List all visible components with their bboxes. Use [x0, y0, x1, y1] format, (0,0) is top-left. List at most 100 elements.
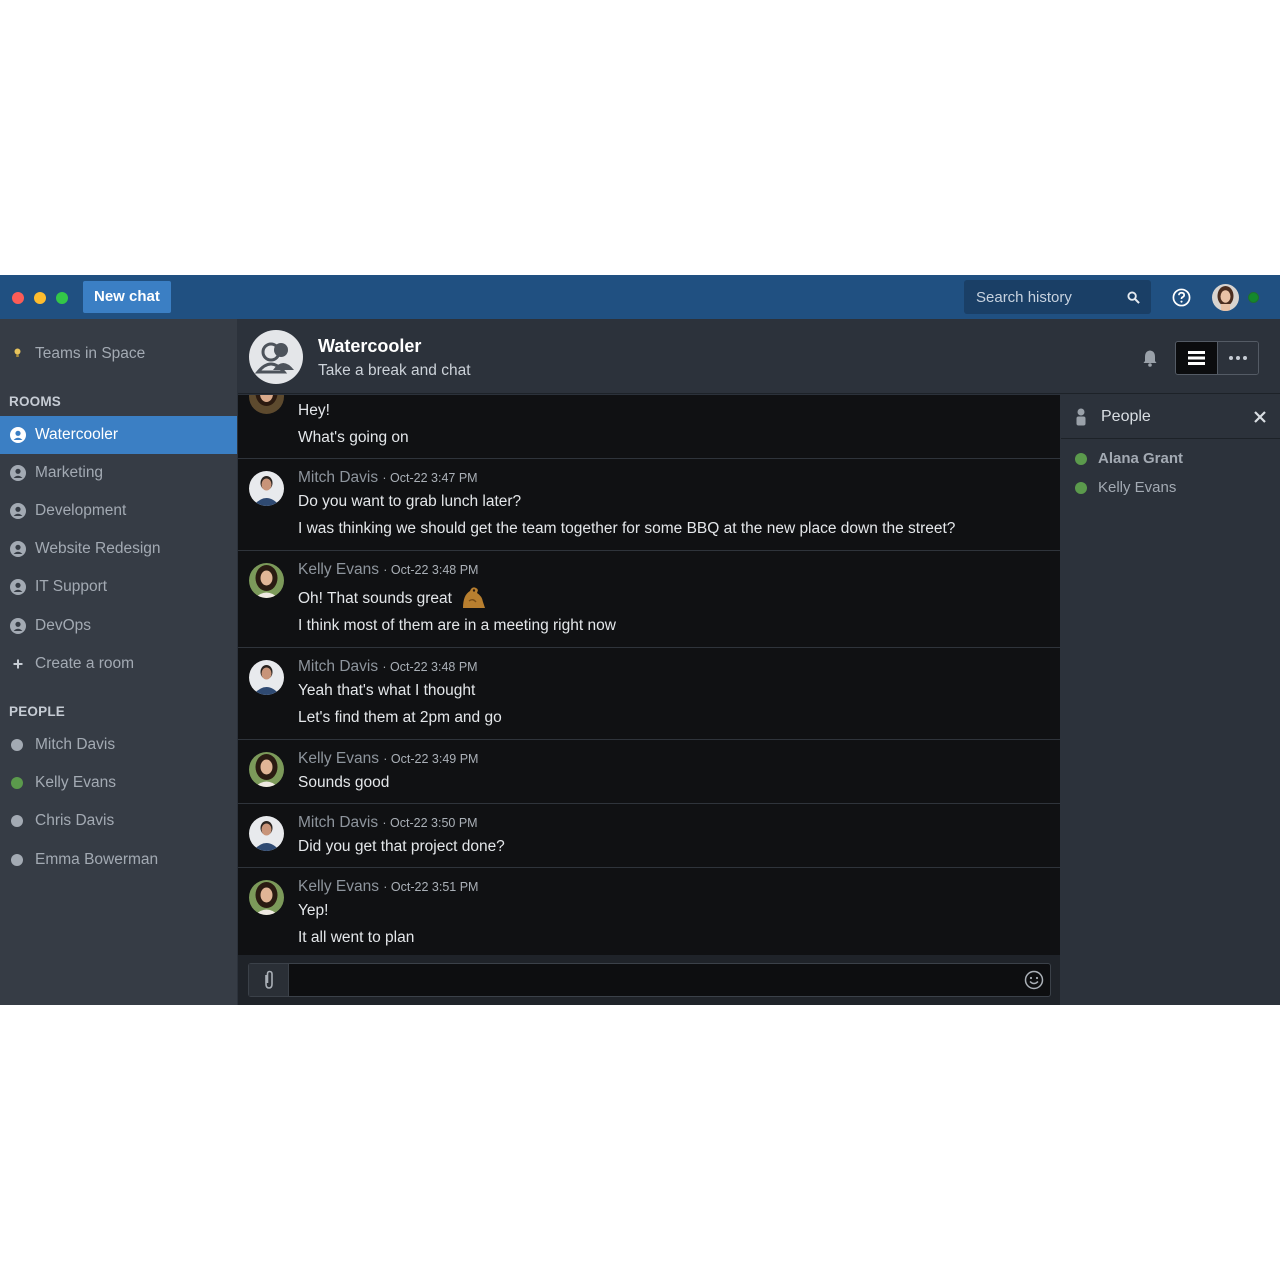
message-composer [248, 963, 1051, 997]
status-dot [11, 739, 23, 751]
message-text: Let's find them at 2pm and go [298, 709, 502, 726]
author-name[interactable]: Mitch Davis [298, 814, 378, 831]
window-minimize-button[interactable] [34, 292, 46, 304]
sidebar-room-development[interactable]: Development [0, 492, 237, 530]
message-list[interactable]: Hey! What's going on Mitch Davis · Oct-2… [238, 395, 1060, 955]
sidebar-room-label: Development [35, 502, 127, 519]
message-text: Do you want to grab lunch later? [298, 493, 522, 510]
member-item[interactable]: Alana Grant [1061, 445, 1280, 473]
room-title: Watercooler [318, 336, 422, 356]
message-timestamp: · Oct-22 3:48 PM [382, 660, 478, 674]
message-timestamp: · Oct-22 3:49 PM [383, 752, 479, 766]
message-text: It all went to plan [298, 929, 415, 946]
more-options-button[interactable] [1217, 342, 1258, 374]
message-text: Sounds good [298, 774, 390, 791]
people-panel-title: People [1101, 408, 1151, 425]
new-chat-button[interactable]: New chat [83, 281, 171, 313]
sidebar-person-kelly-evans[interactable]: Kelly Evans [0, 764, 237, 802]
search-input[interactable] [964, 280, 1124, 314]
sidebar-person-chris-davis[interactable]: Chris Davis [0, 802, 237, 840]
avatar [249, 395, 284, 414]
author-name[interactable]: Kelly Evans [298, 750, 379, 767]
avatar[interactable] [249, 660, 284, 695]
current-user-avatar[interactable] [1212, 284, 1239, 311]
message-input[interactable] [293, 964, 1013, 996]
list-icon [1188, 351, 1205, 365]
message-text: Did you get that project done? [298, 838, 505, 855]
message-author[interactable]: Mitch Davis · Oct-22 3:47 PM [298, 469, 478, 487]
avatar[interactable] [249, 816, 284, 851]
status-dot [11, 777, 23, 789]
author-name[interactable]: Kelly Evans [298, 878, 379, 895]
window-close-button[interactable] [12, 292, 24, 304]
message-text-content: Oh! That sounds great [298, 590, 452, 607]
message-group: Mitch Davis · Oct-22 3:50 PM Did you get… [238, 804, 1060, 868]
room-icon [10, 427, 26, 443]
people-panel-header: People [1061, 395, 1280, 439]
message-group: Kelly Evans · Oct-22 3:51 PM Yep! It all… [238, 868, 1060, 955]
sidebar-room-label: Marketing [35, 464, 104, 481]
sidebar-room-label: Watercooler [35, 426, 118, 443]
sidebar-person-label: Chris Davis [35, 812, 115, 829]
sidebar-room-marketing[interactable]: Marketing [0, 454, 237, 492]
room-icon [10, 503, 26, 519]
window-maximize-button[interactable] [56, 292, 68, 304]
attach-button[interactable] [249, 964, 289, 996]
message-author[interactable]: Kelly Evans · Oct-22 3:48 PM [298, 561, 478, 579]
message-text: What's going on [298, 429, 409, 446]
avatar[interactable] [249, 563, 284, 598]
message-author[interactable]: Mitch Davis · Oct-22 3:50 PM [298, 814, 478, 832]
people-panel: People Alana Grant Kelly Evans [1061, 395, 1280, 1005]
message-text: Hey! [298, 402, 330, 419]
create-room-label: Create a room [35, 655, 135, 672]
avatar[interactable] [249, 752, 284, 787]
message-group: Hey! What's going on [238, 395, 1060, 459]
message-group: Mitch Davis · Oct-22 3:48 PM Yeah that's… [238, 648, 1060, 740]
message-group: Kelly Evans · Oct-22 3:48 PM Oh! That so… [238, 551, 1060, 648]
message-author[interactable]: Mitch Davis · Oct-22 3:48 PM [298, 658, 478, 676]
sidebar-person-label: Mitch Davis [35, 736, 116, 753]
room-icon [10, 579, 26, 595]
room-icon [10, 465, 26, 481]
sidebar-room-it-support[interactable]: IT Support [0, 568, 237, 606]
sidebar-room-website-redesign[interactable]: Website Redesign [0, 530, 237, 568]
search-box[interactable] [964, 280, 1151, 314]
search-icon[interactable] [1127, 291, 1140, 304]
sidebar-person-emma-bowerman[interactable]: Emma Bowerman [0, 841, 237, 879]
room-topic: Take a break and chat [318, 362, 471, 379]
member-item[interactable]: Kelly Evans [1061, 474, 1280, 502]
plus-icon [13, 659, 23, 669]
avatar[interactable] [249, 471, 284, 506]
attach-icon [265, 970, 273, 989]
author-name[interactable]: Kelly Evans [298, 561, 379, 578]
help-icon[interactable] [1172, 288, 1191, 307]
message-author[interactable]: Kelly Evans · Oct-22 3:49 PM [298, 750, 478, 768]
emoji-icon[interactable] [1024, 970, 1044, 990]
avatar[interactable] [249, 880, 284, 915]
author-name[interactable]: Mitch Davis [298, 658, 378, 675]
lightbulb-icon [14, 348, 21, 357]
message-text: I think most of them are in a meeting ri… [298, 617, 616, 634]
sidebar-room-watercooler[interactable]: Watercooler [0, 416, 237, 454]
sidebar-room-label: Website Redesign [35, 540, 161, 557]
message-text: Yep! [298, 902, 329, 919]
author-name[interactable]: Mitch Davis [298, 469, 378, 486]
more-icon [1229, 356, 1247, 360]
sidebar-room-devops[interactable]: DevOps [0, 607, 237, 645]
close-icon[interactable] [1252, 409, 1268, 425]
workspace-name: Teams in Space [35, 345, 146, 362]
sidebar-person-label: Kelly Evans [35, 774, 116, 791]
people-header: PEOPLE [9, 704, 65, 719]
message-author[interactable]: Kelly Evans · Oct-22 3:51 PM [298, 878, 478, 896]
workspace-item[interactable]: Teams in Space [0, 335, 237, 373]
status-dot [1075, 453, 1087, 465]
message-text: Oh! That sounds great [298, 585, 486, 609]
message-timestamp: · Oct-22 3:50 PM [382, 816, 478, 830]
bell-icon[interactable] [1141, 349, 1159, 367]
message-text: Yeah that's what I thought [298, 682, 476, 699]
list-view-button[interactable] [1176, 342, 1217, 374]
message-timestamp: · Oct-22 3:47 PM [382, 471, 478, 485]
create-room-button[interactable]: Create a room [0, 645, 237, 683]
sidebar-person-mitch-davis[interactable]: Mitch Davis [0, 726, 237, 764]
status-dot [1075, 482, 1087, 494]
